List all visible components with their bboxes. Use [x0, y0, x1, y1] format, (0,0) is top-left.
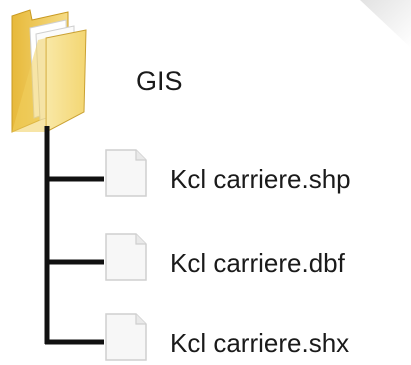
file-icon[interactable]	[104, 148, 148, 198]
file-name-shx[interactable]: Kcl carriere.shx	[170, 328, 349, 358]
file-name-shp[interactable]: Kcl carriere.shp	[170, 164, 351, 194]
file-name-dbf[interactable]: Kcl carriere.dbf	[170, 248, 345, 278]
file-icon[interactable]	[104, 232, 148, 282]
file-icon[interactable]	[104, 312, 148, 362]
